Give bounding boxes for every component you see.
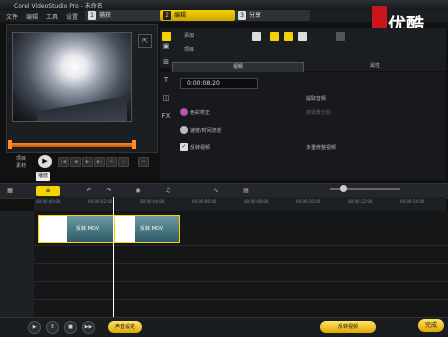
step-share[interactable]: 3 分享 bbox=[235, 10, 310, 21]
ruler-tick: 00:00:06:00 bbox=[192, 199, 217, 204]
speed-label[interactable]: 速度/时间流逝 bbox=[190, 127, 222, 134]
audio-wave-icon[interactable]: ∿ bbox=[210, 186, 222, 196]
repeat-button[interactable]: ⟲ bbox=[106, 157, 117, 167]
ruler-tick: 00:00:12:00 bbox=[348, 199, 373, 204]
music-track[interactable] bbox=[34, 299, 448, 318]
ruler-tick: 00:00:02:00 bbox=[88, 199, 113, 204]
trim-in-marker[interactable] bbox=[8, 140, 12, 149]
multi-trim-label[interactable]: 多重修整视频 bbox=[306, 144, 336, 151]
ruler-tick: 00:00:14:00 bbox=[400, 199, 425, 204]
scrub-fill bbox=[10, 143, 134, 147]
menu-file[interactable]: 文件 bbox=[6, 12, 18, 21]
folder-label[interactable]: 项目 bbox=[184, 46, 194, 53]
next-button[interactable]: ▶▶ bbox=[82, 321, 95, 334]
audio-filter-icon[interactable] bbox=[298, 32, 307, 41]
storyboard-view-icon[interactable]: ▦ bbox=[4, 186, 16, 196]
playhead[interactable] bbox=[113, 197, 114, 317]
timeline-clip[interactable]: 反转.MOV bbox=[114, 215, 180, 243]
menu-edit[interactable]: 编辑 bbox=[26, 12, 38, 21]
mixer-icon[interactable]: ♫ bbox=[162, 186, 174, 196]
home-button[interactable]: |◀ bbox=[58, 157, 69, 167]
menu-tools[interactable]: 工具 bbox=[46, 12, 58, 21]
split-scene-label: 按场景分割 bbox=[306, 110, 332, 116]
step-label: 分享 bbox=[249, 12, 262, 19]
prev-frame-button[interactable]: ◀ bbox=[70, 157, 81, 167]
end-button[interactable]: ▶| bbox=[94, 157, 105, 167]
clip-name: 反转.MOV bbox=[76, 226, 100, 232]
render-button[interactable]: 反转视频 bbox=[320, 321, 376, 333]
fx-side-icon[interactable]: FX bbox=[161, 112, 171, 122]
volume-button[interactable]: ♪ bbox=[118, 157, 129, 167]
title-side-icon[interactable]: T bbox=[161, 76, 171, 86]
ruler-tick: 00:00:08:00 bbox=[244, 199, 269, 204]
title-track-header bbox=[0, 263, 34, 282]
transport-controls: 项目 素材 ▶ |◀ ◀ ▶ ▶| ⟲ ♪ ✂ bbox=[6, 152, 156, 170]
video-road bbox=[37, 93, 127, 121]
next-frame-button[interactable]: ▶ bbox=[82, 157, 93, 167]
speed-icon[interactable] bbox=[180, 126, 188, 134]
pause-button[interactable]: Ⅱ bbox=[46, 321, 59, 334]
folder-icon[interactable] bbox=[252, 32, 261, 41]
ruler-tick: 00:00:00:00 bbox=[36, 199, 61, 204]
mix-button[interactable]: 声音设定 bbox=[108, 321, 142, 333]
title-track[interactable] bbox=[34, 263, 448, 282]
window-title: Corel VideoStudio Pro - 未命名 bbox=[14, 3, 103, 10]
step-label: 捕获 bbox=[99, 12, 112, 19]
voice-track-header bbox=[0, 281, 34, 300]
menu-settings[interactable]: 设置 bbox=[66, 12, 78, 21]
undo-icon[interactable]: ↶ bbox=[84, 186, 94, 196]
zoom-slider[interactable] bbox=[330, 185, 400, 192]
step-edit[interactable]: 2 编辑 bbox=[160, 10, 235, 21]
color-wheel-icon[interactable] bbox=[180, 108, 188, 116]
stop-button[interactable]: ■ bbox=[64, 321, 77, 334]
step-label: 编辑 bbox=[174, 12, 187, 19]
reverse-checkbox[interactable]: ✓ bbox=[180, 143, 188, 151]
ruler-tick: 00:00:10:00 bbox=[296, 199, 321, 204]
image-filter-icon[interactable] bbox=[284, 32, 293, 41]
transition-side-icon[interactable]: ⊞ bbox=[161, 58, 171, 68]
split-button[interactable]: ✂ bbox=[138, 157, 149, 167]
video-track-header bbox=[0, 211, 34, 246]
preview-scrubber[interactable] bbox=[8, 140, 136, 149]
expand-icon[interactable]: ⇱ bbox=[138, 34, 152, 48]
trim-out-marker[interactable] bbox=[132, 140, 136, 149]
graphic-side-icon[interactable]: ◫ bbox=[161, 94, 171, 104]
clip-mode-label[interactable]: 素材 bbox=[16, 162, 26, 169]
step-number: 3 bbox=[238, 11, 246, 20]
zoom-knob[interactable] bbox=[340, 185, 347, 192]
step-capture[interactable]: 1 捕获 bbox=[85, 10, 160, 21]
duration-field[interactable]: 0:00:08:20 bbox=[180, 78, 258, 89]
preview-video bbox=[12, 32, 132, 122]
video-filter-icon[interactable] bbox=[270, 32, 279, 41]
list-view-icon[interactable] bbox=[336, 32, 345, 41]
add-label[interactable]: 添加 bbox=[184, 32, 194, 39]
play-button[interactable]: ▶ bbox=[38, 155, 52, 168]
overlay-track-header bbox=[0, 245, 34, 264]
clip-name: 反转.MOV bbox=[140, 226, 164, 232]
music-track-header bbox=[0, 299, 34, 318]
options-tabs: 视频 属性 bbox=[172, 62, 446, 73]
media-icon[interactable] bbox=[162, 32, 171, 41]
step-number: 2 bbox=[163, 11, 171, 20]
ruler-tick: 00:00:04:00 bbox=[140, 199, 165, 204]
color-correction-label[interactable]: 色彩校正 bbox=[190, 109, 210, 116]
overlay-track[interactable] bbox=[34, 245, 448, 264]
extract-audio-label[interactable]: 提取音频 bbox=[306, 95, 326, 102]
tab-attributes[interactable]: 属性 bbox=[304, 62, 446, 71]
record-icon[interactable]: ◉ bbox=[132, 186, 144, 196]
chapter-icon[interactable]: ▤ bbox=[240, 186, 252, 196]
voice-track[interactable] bbox=[34, 281, 448, 300]
done-button[interactable]: 完成 bbox=[418, 319, 444, 332]
play-timeline-button[interactable]: ▶ bbox=[28, 321, 41, 334]
timeline-view-icon[interactable]: ≡ bbox=[36, 186, 60, 196]
timeline-clip[interactable]: 反转.MOV bbox=[38, 215, 114, 243]
step-number: 1 bbox=[88, 11, 96, 20]
redo-icon[interactable]: ↷ bbox=[104, 186, 114, 196]
bottom-bar: ▶ Ⅱ ■ ▶▶ 声音设定 反转视频 bbox=[0, 317, 448, 337]
reverse-video-label[interactable]: 反转视频 bbox=[190, 144, 210, 151]
play-tooltip: 播放 bbox=[36, 172, 50, 181]
media-side-icon[interactable]: ▣ bbox=[161, 42, 171, 52]
project-mode-label[interactable]: 项目 bbox=[16, 155, 26, 162]
timeline-ruler[interactable]: 00:00:00:00 00:00:02:00 00:00:04:00 00:0… bbox=[34, 197, 446, 212]
